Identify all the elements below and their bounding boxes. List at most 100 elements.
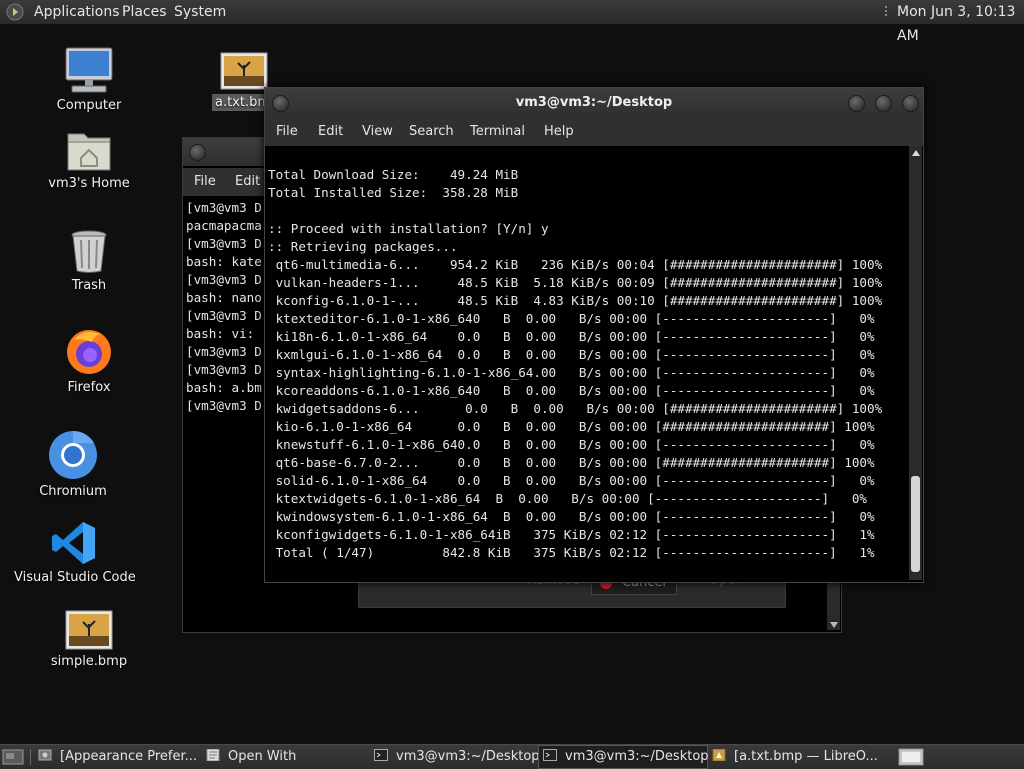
menu-search[interactable]: Search: [409, 118, 454, 146]
taskbar-item-label: Open With: [228, 749, 297, 764]
desktop-icon-label: simple.bmp: [50, 654, 128, 669]
taskbar-item-appearance[interactable]: [Appearance Prefer...: [38, 746, 200, 768]
menu-terminal[interactable]: Terminal: [470, 118, 525, 146]
close-button[interactable]: [902, 95, 919, 112]
menu-edit[interactable]: Edit: [318, 118, 343, 146]
scroll-up-arrow-icon[interactable]: [912, 150, 920, 156]
terminal-line: kio-6.1.0-1-x86_64 0.0 B 0.00 B/s 00:00 …: [268, 419, 875, 434]
terminal-line: [vm3@vm3 D: [186, 398, 262, 413]
bottom-panel: [Appearance Prefer... Open With vm3@vm3:…: [0, 744, 1024, 769]
terminal-line: kwindowsystem-6.1.0-1-x86_64 B 0.00 B/s …: [268, 509, 875, 524]
trash-icon: [71, 230, 107, 273]
terminal-output[interactable]: Total Download Size: 49.24 MiB Total Inst…: [268, 166, 908, 576]
menu-bar: File Edit View Search Terminal Help: [265, 118, 923, 146]
maximize-button[interactable]: [875, 95, 892, 112]
show-desktop-icon[interactable]: [2, 749, 24, 765]
terminal-line: [vm3@vm3 D: [186, 308, 262, 323]
terminal-line: ktextwidgets-6.1.0-1-x86_64 B 0.00 B/s 0…: [268, 491, 867, 506]
clock[interactable]: Mon Jun 3, 10:13 AM: [897, 0, 1024, 44]
terminal-line: [vm3@vm3 D: [186, 344, 262, 359]
scrollbar-thumb[interactable]: [911, 476, 920, 572]
terminal-icon: [543, 749, 557, 761]
terminal-line: vulkan-headers-1... 48.5 KiB 5.18 KiB/s …: [268, 275, 883, 290]
taskbar-item-label: [Appearance Prefer...: [60, 749, 198, 764]
preferences-icon: [38, 749, 52, 761]
desktop-icon-trash[interactable]: Trash: [44, 228, 134, 293]
desktop-icon-label: Trash: [71, 278, 107, 293]
terminal-line: :: Retrieving packages...: [268, 239, 458, 254]
system-menu[interactable]: System: [174, 0, 226, 24]
taskbar-item-label: vm3@vm3:~/Desktop: [396, 749, 540, 764]
desktop-icon-firefox[interactable]: Firefox: [44, 326, 134, 395]
desktop-icon-label: vm3's Home: [48, 176, 130, 191]
desktop-icon-label: Chromium: [39, 484, 107, 499]
desktop-icon-chromium[interactable]: Chromium: [28, 430, 118, 499]
applications-menu-icon[interactable]: [6, 3, 24, 21]
taskbar-item-terminal-1[interactable]: vm3@vm3:~/Desktop: [374, 746, 540, 768]
terminal-line: [vm3@vm3 D: [186, 362, 262, 377]
terminal-line: kconfigwidgets-6.1.0-1-x86_64iB 375 KiB/…: [268, 527, 875, 542]
panel-handle: [884, 5, 889, 19]
desktop-icon-label: Visual Studio Code: [14, 570, 136, 585]
top-panel: Applications Places System Mon Jun 3, 10…: [0, 0, 1024, 44]
libreoffice-draw-icon: [712, 749, 726, 761]
menu-file[interactable]: File: [194, 168, 216, 196]
applications-menu[interactable]: Applications: [34, 0, 120, 24]
terminal-output[interactable]: [vm3@vm3 D pacmapacma [vm3@vm3 D bash: kate…: [186, 199, 266, 619]
terminal-line: bash: a.bm: [186, 380, 262, 395]
window-menu-button[interactable]: [189, 144, 206, 161]
scroll-down-arrow-icon[interactable]: [830, 622, 838, 628]
terminal-line: Total Installed Size: 358.28 MiB: [268, 185, 519, 200]
terminal-line: [vm3@vm3 D: [186, 200, 262, 215]
taskbar-item-open-with[interactable]: Open With: [206, 746, 366, 768]
terminal-line: syntax-highlighting-6.1.0-1-x86_64.00 B/…: [268, 365, 875, 380]
window-title: vm3@vm3:~/Desktop: [515, 95, 673, 110]
menu-help[interactable]: Help: [544, 118, 574, 146]
image-file-icon: [220, 52, 268, 90]
desktop-icon-vscode[interactable]: Visual Studio Code: [14, 520, 136, 585]
terminal-line: [vm3@vm3 D: [186, 272, 262, 287]
terminal-icon: [374, 749, 388, 761]
terminal-line: pacmapacma: [186, 218, 262, 233]
desktop-icon-computer[interactable]: Computer: [44, 46, 134, 113]
panel-separator: [30, 749, 31, 765]
workspace-switcher-icon[interactable]: [898, 748, 924, 766]
terminal-line: qt6-multimedia-6... 954.2 KiB 236 KiB/s …: [268, 257, 883, 272]
image-file-icon: [65, 610, 113, 650]
places-menu[interactable]: Places: [122, 0, 167, 24]
firefox-icon: [67, 330, 111, 374]
menu-view[interactable]: View: [362, 118, 393, 146]
terminal-window[interactable]: vm3@vm3:~/Desktop File Edit View Search …: [264, 87, 924, 583]
computer-icon: [65, 47, 113, 93]
terminal-line: kxmlgui-6.1.0-1-x86_64 0.0 B 0.00 B/s 00…: [268, 347, 875, 362]
minimize-button[interactable]: [848, 95, 865, 112]
home-folder-icon: [67, 133, 111, 171]
taskbar-item-label: vm3@vm3:~/Desktop: [565, 749, 709, 764]
window-titlebar[interactable]: vm3@vm3:~/Desktop: [265, 88, 923, 118]
desktop-icon-home[interactable]: vm3's Home: [44, 128, 134, 191]
vscode-icon: [52, 522, 95, 564]
scrollbar[interactable]: [909, 146, 922, 580]
terminal-line: :: Proceed with installation? [Y/n] y: [268, 221, 549, 236]
terminal-line: [vm3@vm3 D: [186, 236, 262, 251]
menu-edit[interactable]: Edit: [235, 168, 260, 196]
taskbar-item-libreoffice[interactable]: [a.txt.bmp — LibreO...: [712, 746, 878, 768]
terminal-line: bash: nano: [186, 290, 262, 305]
terminal-line: solid-6.1.0-1-x86_64 0.0 B 0.00 B/s 00:0…: [268, 473, 875, 488]
taskbar-item-terminal-2[interactable]: vm3@vm3:~/Desktop: [538, 745, 709, 769]
terminal-line: kwidgetsaddons-6... 0.0 B 0.00 B/s 00:00…: [268, 401, 883, 416]
terminal-line: knewstuff-6.1.0-1-x86_640.0 B 0.00 B/s 0…: [268, 437, 875, 452]
terminal-line: Total ( 1/47) 842.8 KiB 375 KiB/s 02:12 …: [268, 545, 875, 560]
terminal-line: kcoreaddons-6.1.0-1-x86_640 B 0.00 B/s 0…: [268, 383, 875, 398]
terminal-line: ki18n-6.1.0-1-x86_64 0.0 B 0.00 B/s 00:0…: [268, 329, 875, 344]
terminal-line: bash: kate: [186, 254, 262, 269]
desktop-icon-label: Firefox: [67, 380, 111, 395]
taskbar-item-label: [a.txt.bmp — LibreO...: [734, 749, 878, 764]
chromium-icon: [49, 430, 97, 479]
menu-file[interactable]: File: [276, 118, 298, 146]
terminal-line: qt6-base-6.7.0-2... 0.0 B 0.00 B/s 00:00…: [268, 455, 875, 470]
terminal-line: kconfig-6.1.0-1-... 48.5 KiB 4.83 KiB/s …: [268, 293, 883, 308]
desktop-icon-simple-bmp[interactable]: simple.bmp: [44, 610, 134, 669]
terminal-line: Total Download Size: 49.24 MiB: [268, 167, 519, 182]
